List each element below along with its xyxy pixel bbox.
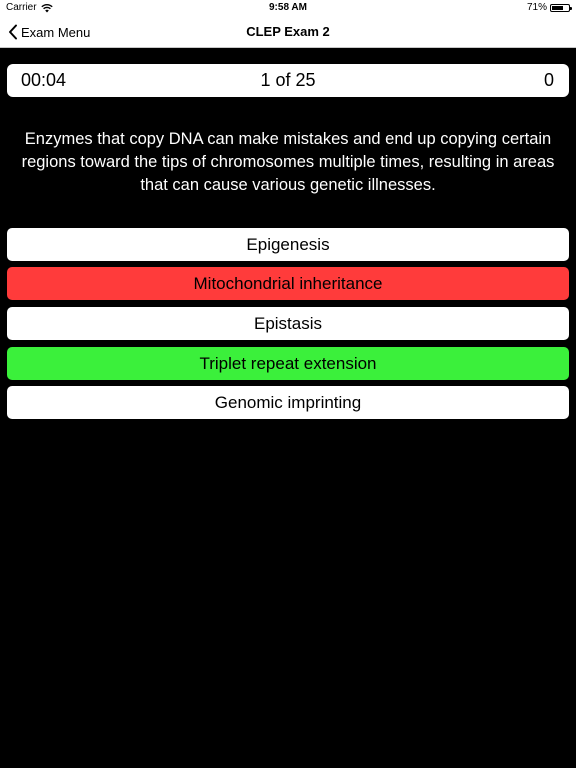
status-time: 9:58 AM — [269, 2, 307, 13]
question-text: Enzymes that copy DNA can make mistakes … — [21, 130, 555, 194]
score-bar: 00:04 1 of 25 0 — [7, 64, 569, 97]
answer-option-epistasis[interactable]: Epistasis — [7, 307, 569, 340]
page-title: CLEP Exam 2 — [246, 24, 330, 39]
answer-option-epigenesis[interactable]: Epigenesis — [7, 228, 569, 261]
status-bar: Carrier 9:58 AM 71% — [0, 0, 576, 16]
battery-info: 71% — [526, 0, 572, 16]
battery-icon — [550, 4, 572, 12]
battery-percent: 71% — [526, 2, 547, 13]
battery-level-fill — [552, 6, 564, 10]
navigation-bar: Exam Menu CLEP Exam 2 — [0, 16, 576, 48]
answer-option-genomic-imprinting[interactable]: Genomic imprinting — [7, 386, 569, 419]
answer-option-mitochondrial-inheritance[interactable]: Mitochondrial inheritance — [7, 267, 569, 300]
score-counter: 0 — [543, 70, 554, 90]
answer-option-triplet-repeat-extension[interactable]: Triplet repeat extension — [7, 347, 569, 380]
question-progress: 1 of 25 — [260, 70, 316, 90]
